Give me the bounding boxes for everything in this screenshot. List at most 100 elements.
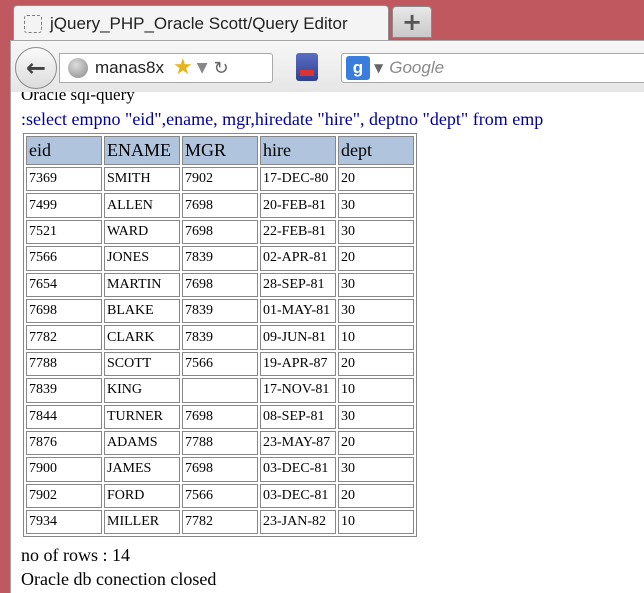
table-row: 7900 JAMES 7698 03-DEC-81 30 [26, 457, 414, 482]
column-header-eid: eid [26, 136, 102, 165]
table-cell-mgr: 7698 [182, 404, 258, 429]
table-cell-ename: TURNER [104, 404, 180, 429]
table-cell-ename: MILLER [104, 510, 180, 535]
table-row: 7876 ADAMS 7788 23-MAY-87 20 [26, 430, 414, 456]
table-cell-eid: 7782 [26, 325, 102, 350]
table-cell-mgr: 7698 [182, 457, 258, 482]
sql-query-text: :select empno "eid",ename, mgr,hiredate … [21, 109, 544, 129]
table-cell-mgr: 7788 [182, 430, 258, 456]
search-bar[interactable]: g ▼ [341, 53, 644, 83]
table-cell-dept: 30 [338, 219, 414, 245]
browser-tab[interactable]: jQuery_PHP_Oracle Scott/Query Editor [13, 5, 389, 41]
table-cell-eid: 7788 [26, 351, 102, 377]
table-row: 7698 BLAKE 7839 01-MAY-81 30 [26, 298, 414, 324]
table-cell-mgr: 7698 [182, 272, 258, 297]
table-cell-eid: 7900 [26, 457, 102, 482]
table-row: 7369 SMITH 7902 17-DEC-80 20 [26, 167, 414, 192]
table-cell-mgr: 7566 [182, 483, 258, 509]
table-cell-hire: 20-FEB-81 [260, 193, 336, 218]
search-input[interactable] [389, 58, 630, 78]
table-cell-dept: 30 [338, 457, 414, 482]
table-cell-mgr: 7839 [182, 298, 258, 324]
table-cell-dept: 10 [338, 378, 414, 403]
table-cell-hire: 23-MAY-87 [260, 430, 336, 456]
column-header-hire: hire [260, 136, 336, 165]
search-engine-dropdown-icon[interactable]: ▼ [374, 61, 383, 75]
results-table: eid ENAME MGR hire dept 7369 SMITH 7902 17-… [23, 133, 417, 538]
url-text[interactable]: manas8x [95, 58, 167, 78]
table-cell-mgr: 7839 [182, 246, 258, 271]
chevron-down-icon[interactable]: ▼ [197, 60, 208, 76]
table-cell-hire: 03-DEC-81 [260, 457, 336, 482]
table-row: 7844 TURNER 7698 08-SEP-81 30 [26, 404, 414, 429]
table-cell-eid: 7566 [26, 246, 102, 271]
table-cell-hire: 02-APR-81 [260, 246, 336, 271]
google-icon[interactable]: g [346, 56, 370, 80]
table-cell-hire: 28-SEP-81 [260, 272, 336, 297]
table-cell-mgr: 7698 [182, 193, 258, 218]
table-cell-hire: 01-MAY-81 [260, 298, 336, 324]
table-row: 7839 KING 17-NOV-81 10 [26, 378, 414, 403]
table-cell-dept: 30 [338, 272, 414, 297]
table-cell-mgr: 7839 [182, 325, 258, 350]
table-cell-mgr [182, 378, 258, 403]
table-cell-mgr: 7698 [182, 219, 258, 245]
table-cell-dept: 20 [338, 430, 414, 456]
star-icon[interactable]: ★ [173, 57, 193, 79]
back-button[interactable]: ← [15, 47, 57, 89]
new-tab-button[interactable]: + [392, 6, 432, 38]
column-header-dept: dept [338, 136, 414, 165]
table-cell-eid: 7698 [26, 298, 102, 324]
table-cell-dept: 20 [338, 246, 414, 271]
table-cell-eid: 7844 [26, 404, 102, 429]
table-row: 7788 SCOTT 7566 19-APR-87 20 [26, 351, 414, 377]
table-cell-ename: BLAKE [104, 298, 180, 324]
back-arrow-icon: ← [25, 54, 47, 82]
table-row: 7902 FORD 7566 03-DEC-81 20 [26, 483, 414, 509]
table-cell-hire: 09-JUN-81 [260, 325, 336, 350]
table-cell-eid: 7499 [26, 193, 102, 218]
page-content: Oracle sql-query :select empno "eid",ena… [10, 92, 644, 593]
table-cell-ename: WARD [104, 219, 180, 245]
table-cell-eid: 7654 [26, 272, 102, 297]
table-cell-ename: KING [104, 378, 180, 403]
row-count-text: no of rows : 14 [21, 545, 130, 565]
table-cell-mgr: 7902 [182, 167, 258, 192]
reload-icon[interactable]: ↻ [214, 58, 229, 79]
navigation-toolbar: ← manas8x ★ ▼ ↻ g ▼ [10, 40, 644, 92]
table-cell-mgr: 7566 [182, 351, 258, 377]
table-cell-dept: 20 [338, 483, 414, 509]
table-cell-hire: 17-NOV-81 [260, 378, 336, 403]
table-cell-ename: JAMES [104, 457, 180, 482]
table-row: 7521 WARD 7698 22-FEB-81 30 [26, 219, 414, 245]
table-cell-ename: MARTIN [104, 272, 180, 297]
table-cell-dept: 20 [338, 167, 414, 192]
table-cell-eid: 7521 [26, 219, 102, 245]
page-favicon-icon [24, 14, 42, 33]
table-row: 7782 CLARK 7839 09-JUN-81 10 [26, 325, 414, 350]
table-cell-hire: 23-JAN-82 [260, 510, 336, 535]
column-header-mgr: MGR [182, 136, 258, 165]
globe-icon [68, 58, 88, 78]
table-cell-eid: 7934 [26, 510, 102, 535]
tab-strip: jQuery_PHP_Oracle Scott/Query Editor + [0, 0, 644, 41]
table-cell-hire: 17-DEC-80 [260, 167, 336, 192]
table-cell-dept: 30 [338, 404, 414, 429]
table-cell-dept: 20 [338, 351, 414, 377]
table-cell-ename: JONES [104, 246, 180, 271]
table-cell-dept: 10 [338, 510, 414, 535]
extension-icon[interactable] [296, 53, 318, 81]
table-row: 7934 MILLER 7782 23-JAN-82 10 [26, 510, 414, 535]
connection-status-text: Oracle db conection closed [21, 569, 217, 589]
table-cell-hire: 19-APR-87 [260, 351, 336, 377]
table-cell-dept: 30 [338, 298, 414, 324]
table-cell-ename: FORD [104, 483, 180, 509]
table-cell-ename: ALLEN [104, 193, 180, 218]
tab-title: jQuery_PHP_Oracle Scott/Query Editor [50, 13, 348, 33]
table-cell-eid: 7839 [26, 378, 102, 403]
address-bar[interactable]: manas8x ★ ▼ ↻ [59, 53, 273, 83]
column-header-ename: ENAME [104, 136, 180, 165]
table-cell-hire: 08-SEP-81 [260, 404, 336, 429]
table-row: 7499 ALLEN 7698 20-FEB-81 30 [26, 193, 414, 218]
table-row: 7566 JONES 7839 02-APR-81 20 [26, 246, 414, 271]
